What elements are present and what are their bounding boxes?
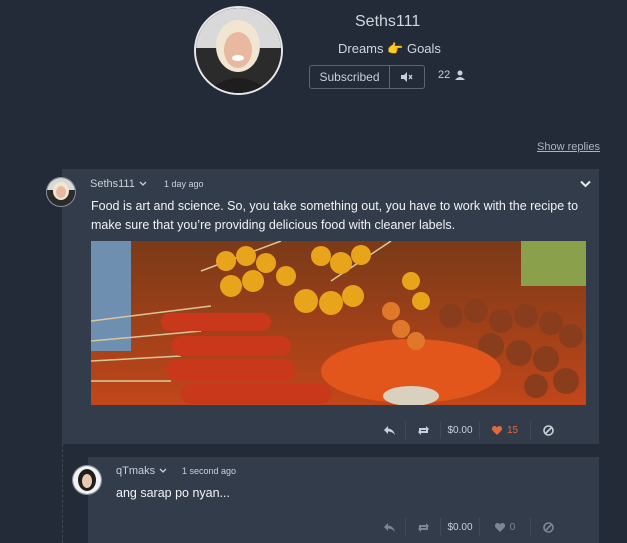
show-replies-link[interactable]: Show replies [537,141,600,153]
pointing-hand-icon: 👉 [387,41,404,56]
subscriber-count: 22 [438,69,466,81]
profile-avatar[interactable] [194,6,283,95]
reply-actions: $0.00 0 [373,514,565,540]
comment-author[interactable]: Seths111 [90,178,147,190]
comment-author-name: Seths111 [90,178,135,190]
like-button[interactable]: 15 [480,417,530,443]
block-icon [542,521,554,533]
reply-text: ang sarap po nyan... [116,486,230,500]
share-button[interactable] [406,417,440,443]
comment-food-image[interactable] [91,241,586,405]
mute-notifications-button[interactable] [390,65,425,89]
chevron-down-icon [580,180,591,188]
reply-icon [383,522,395,532]
comment-card: Seths111 1 day ago Food is art and scien… [46,169,599,444]
bio-text-left: Dreams [338,41,384,56]
like-count: 15 [506,424,519,436]
chevron-down-icon [159,468,167,473]
reply-icon [383,425,395,435]
reply-timestamp: 1 second ago [182,466,237,476]
bio-text-right: Goals [406,41,441,56]
block-button[interactable] [531,417,565,443]
profile-bio: Dreams 👉 Goals [338,41,441,57]
profile-avatar-image [196,8,281,93]
reply-author-name: qTmaks [116,465,156,477]
repost-icon [417,425,429,435]
comment-text: Food is art and science. So, you take so… [91,199,579,232]
profile-header: Seths111 Dreams 👉 Goals Subscribed 22 [0,0,627,120]
like-button[interactable]: 0 [480,514,530,540]
comment-timestamp: 1 day ago [164,179,204,189]
block-button[interactable] [531,514,565,540]
reply-card: qTmaks 1 second ago ang sarap po nyan...… [72,457,599,543]
block-icon [542,424,554,436]
share-button[interactable] [406,514,440,540]
subscriber-count-value: 22 [438,69,451,81]
comment-actions: $0.00 15 [373,417,565,443]
mute-icon [401,72,413,82]
food-image [91,241,586,405]
reply-author[interactable]: qTmaks [116,465,167,477]
comment-author-avatar[interactable] [46,177,76,207]
avatar-image [73,466,101,494]
tip-button[interactable]: $0.00 [441,417,479,443]
profile-username[interactable]: Seths111 [355,13,420,31]
reply-button[interactable] [373,514,405,540]
user-icon [455,70,466,80]
like-count: 0 [509,521,516,533]
repost-icon [417,522,429,532]
avatar-image [47,178,75,206]
reply-author-avatar[interactable] [72,465,102,495]
heart-icon [494,522,505,532]
reply-button[interactable] [373,417,405,443]
heart-icon [491,425,502,435]
tip-button[interactable]: $0.00 [441,514,479,540]
reply-thread-line [62,444,63,543]
subscribe-group: Subscribed [309,65,425,89]
chevron-down-icon [139,181,147,186]
collapse-comment-button[interactable] [580,175,591,193]
subscribed-button[interactable]: Subscribed [309,65,390,89]
